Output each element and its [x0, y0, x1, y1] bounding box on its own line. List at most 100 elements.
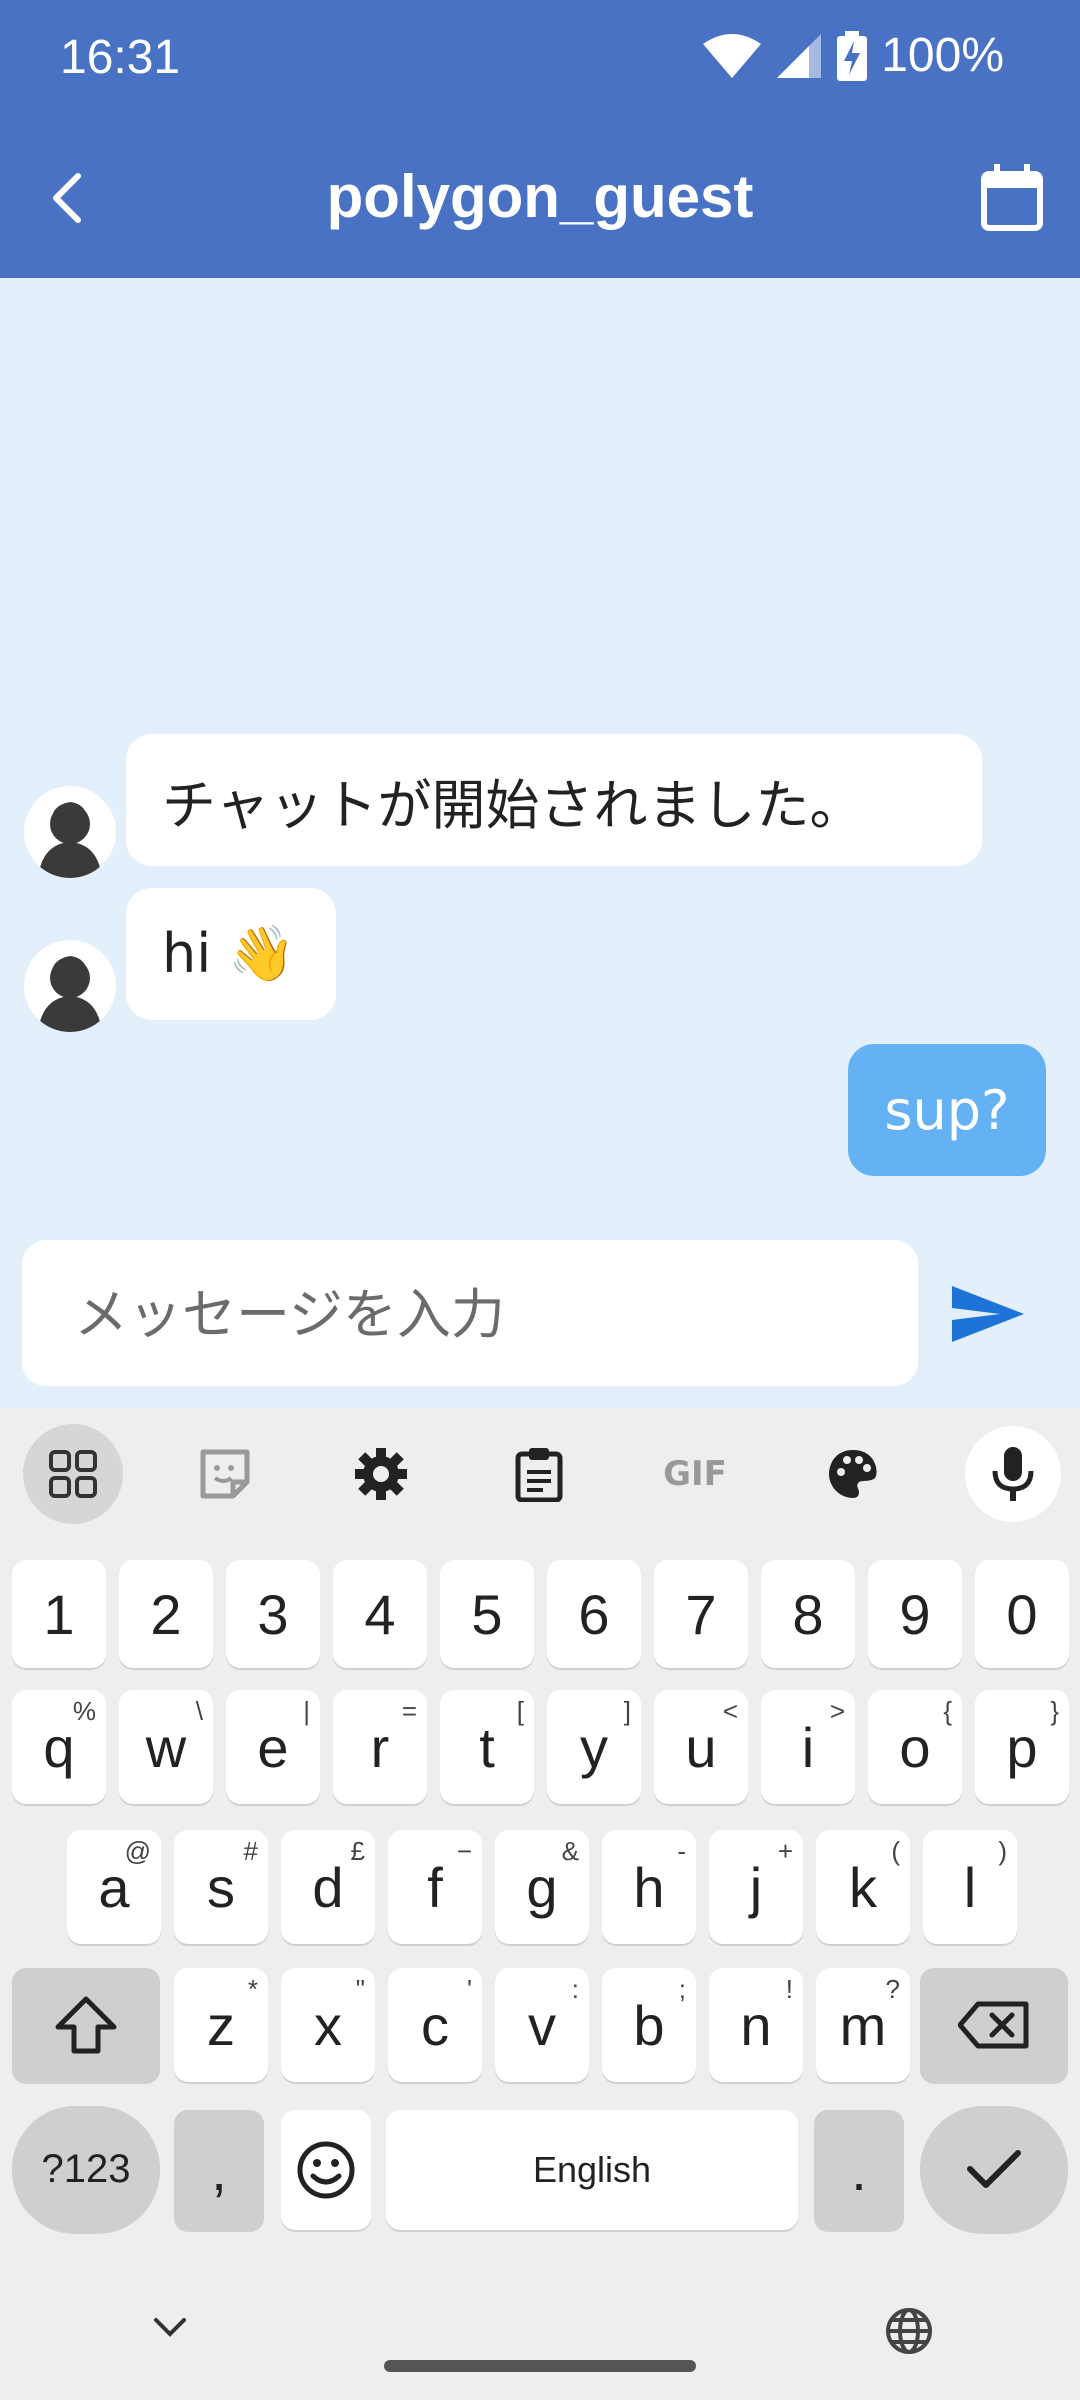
key-hint: '	[467, 1974, 472, 2004]
key[interactable]: k(	[816, 1830, 910, 1944]
calendar-icon[interactable]	[980, 164, 1044, 232]
key[interactable]: x "	[281, 1968, 375, 2082]
key[interactable]: n!	[709, 1968, 803, 2082]
key-hint: *	[247, 1974, 258, 2004]
clipboard-button[interactable]	[480, 1422, 598, 1526]
key-hint: )	[998, 1836, 1007, 1866]
message-text: hi 👋	[162, 922, 296, 985]
sticker-button[interactable]	[166, 1422, 284, 1526]
clipboard-icon	[515, 1448, 563, 1502]
voice-input-button[interactable]	[954, 1422, 1072, 1526]
message-bubble: チャットが開始されました。	[126, 734, 982, 866]
key-hint: -	[677, 1836, 686, 1866]
key[interactable]: 8	[761, 1560, 855, 1668]
key[interactable]: l)	[923, 1830, 1017, 1944]
settings-button[interactable]	[322, 1422, 440, 1526]
comma-key[interactable]: ,	[174, 2110, 264, 2230]
key[interactable]: h-	[602, 1830, 696, 1944]
key-hint: }	[1050, 1696, 1059, 1726]
message-input-container	[22, 1240, 918, 1388]
key[interactable]: s #	[174, 1830, 268, 1944]
space-key[interactable]: English	[386, 2110, 798, 2230]
key-hint: &	[561, 1836, 579, 1866]
avatar	[24, 940, 116, 1032]
key[interactable]: r =	[333, 1690, 427, 1804]
key-hint: \	[195, 1696, 203, 1726]
key[interactable]: d £	[281, 1830, 375, 1944]
app-bar: polygon_guest	[0, 120, 1080, 278]
gif-icon: GIF	[663, 1454, 727, 1494]
key-label: 1	[43, 1582, 75, 1646]
key[interactable]: v:	[495, 1968, 589, 2082]
key-hint: #	[243, 1836, 258, 1866]
key[interactable]: j +	[709, 1830, 803, 1944]
signal-icon	[777, 33, 822, 78]
key[interactable]: b;	[602, 1968, 696, 2082]
shift-icon	[55, 1996, 117, 2054]
enter-key[interactable]	[920, 2106, 1068, 2232]
key[interactable]: 3	[226, 1560, 320, 1668]
hide-keyboard-icon[interactable]	[152, 2316, 188, 2340]
key[interactable]: y]	[547, 1690, 641, 1804]
key-label: 9	[899, 1582, 931, 1646]
key[interactable]: e |	[226, 1690, 320, 1804]
message-text: sup?	[884, 1078, 1010, 1142]
check-icon	[967, 2150, 1021, 2188]
theme-button[interactable]	[794, 1422, 912, 1526]
key[interactable]: f −	[388, 1830, 482, 1944]
key-hint: "	[355, 1974, 365, 2004]
key[interactable]: 1	[12, 1560, 106, 1668]
send-icon[interactable]	[950, 1284, 1026, 1344]
backspace-key[interactable]	[920, 1968, 1068, 2082]
chat-messages: チャットが開始されました。 hi 👋 sup?	[0, 278, 1080, 1408]
status-icons: 100%	[703, 28, 1004, 83]
key-label: 0	[1006, 1582, 1038, 1646]
wifi-icon	[703, 33, 762, 78]
globe-icon[interactable]	[884, 2306, 934, 2356]
key[interactable]: o{	[868, 1690, 962, 1804]
key-label: 2	[150, 1582, 182, 1646]
mic-icon	[992, 1447, 1034, 1501]
key[interactable]: 5	[440, 1560, 534, 1668]
key[interactable]: u <	[654, 1690, 748, 1804]
key[interactable]: z *	[174, 1968, 268, 2082]
key[interactable]: 6	[547, 1560, 641, 1668]
key-label: 4	[364, 1582, 396, 1646]
key-label: 3	[257, 1582, 289, 1646]
key-hint: ]	[623, 1696, 631, 1726]
key[interactable]: t[	[440, 1690, 534, 1804]
period-key[interactable]: .	[814, 2110, 904, 2230]
key[interactable]: q%	[12, 1690, 106, 1804]
palette-icon	[829, 1450, 877, 1498]
key-hint: =	[401, 1696, 417, 1726]
key[interactable]: 7	[654, 1560, 748, 1668]
message-input[interactable]	[72, 1240, 896, 1388]
key[interactable]: p}	[975, 1690, 1069, 1804]
key[interactable]: i >	[761, 1690, 855, 1804]
apps-grid-icon	[49, 1450, 97, 1498]
key-hint: !	[785, 1974, 793, 2004]
key-hint: ?	[885, 1974, 900, 2004]
sticker-icon	[200, 1449, 250, 1499]
symbols-key[interactable]: ?123	[12, 2106, 160, 2232]
key[interactable]: 2	[119, 1560, 213, 1668]
key[interactable]: 4	[333, 1560, 427, 1668]
key[interactable]: a @	[67, 1830, 161, 1944]
key-label: 5	[471, 1582, 503, 1646]
key[interactable]: m?	[816, 1968, 910, 2082]
key-hint: £	[350, 1836, 365, 1866]
key-hint: :	[571, 1974, 579, 2004]
key[interactable]: c '	[388, 1968, 482, 2082]
message-bubble: hi 👋	[126, 888, 336, 1020]
key[interactable]: 0	[975, 1560, 1069, 1668]
gesture-nav-bar[interactable]	[384, 2360, 696, 2372]
message-text: チャットが開始されました。	[162, 773, 864, 837]
key[interactable]: g &	[495, 1830, 589, 1944]
key-label: English	[532, 2149, 652, 2190]
emoji-key[interactable]	[281, 2110, 371, 2230]
apps-grid-button[interactable]	[14, 1422, 132, 1526]
gif-button[interactable]: GIF	[636, 1422, 754, 1526]
key[interactable]: 9	[868, 1560, 962, 1668]
key[interactable]: w \	[119, 1690, 213, 1804]
shift-key[interactable]	[12, 1968, 160, 2082]
